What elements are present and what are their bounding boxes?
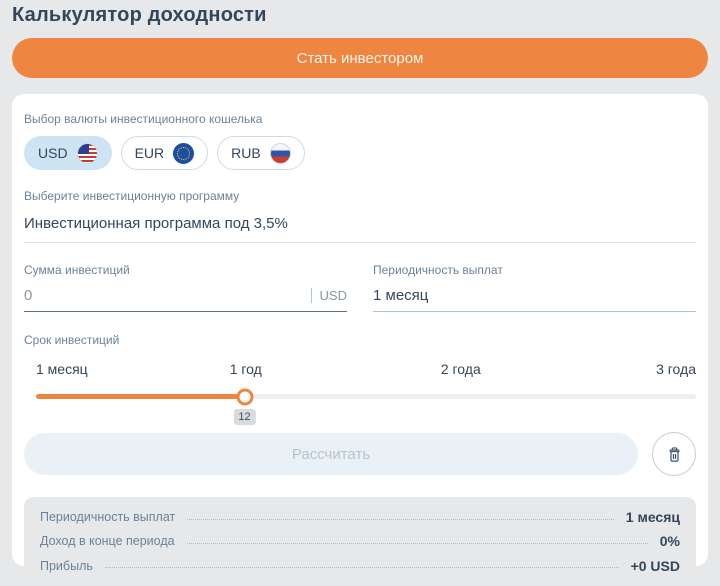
summary-row-value: 0% — [660, 533, 680, 549]
currency-pill-eur-label: EUR — [135, 145, 165, 161]
dotted-leader — [105, 567, 619, 568]
frequency-select[interactable]: 1 месяц — [373, 287, 696, 312]
reset-button[interactable] — [652, 432, 696, 476]
program-select[interactable]: Инвестиционная программа под 3,5% — [24, 215, 696, 243]
term-slider-fill — [36, 394, 245, 399]
currency-pill-usd-label: USD — [38, 145, 68, 161]
frequency-select-label: Периодичность выплат — [373, 263, 696, 277]
summary-row-value: +0 USD — [631, 558, 680, 574]
term-slider: 12 — [24, 388, 696, 432]
summary-row-label: Доход в конце периода — [40, 534, 175, 548]
summary-row-profit: Прибыль +0 USD — [40, 558, 680, 574]
term-tick-2-years: 2 года — [441, 361, 481, 377]
summary-row-label: Периодичность выплат — [40, 510, 175, 524]
program-select-label: Выберите инвестиционную программу — [24, 189, 696, 203]
dotted-leader — [187, 519, 614, 520]
amount-divider — [311, 288, 312, 303]
become-investor-label: Стать инвестором — [297, 50, 424, 67]
currency-pill-usd[interactable]: USD — [24, 136, 112, 170]
term-tick-3-years: 3 года — [656, 361, 696, 377]
term-slider-value-badge: 12 — [233, 409, 255, 425]
term-tick-1-year: 1 год — [230, 361, 262, 377]
currency-pills: USD EUR RUB — [24, 136, 696, 170]
currency-pill-eur[interactable]: EUR — [121, 136, 209, 170]
amount-field-block: Сумма инвестиций USD — [24, 263, 347, 312]
term-slider-ticks: 1 месяц 1 год 2 года 3 года — [24, 361, 696, 376]
summary-panel: Периодичность выплат 1 месяц Доход в кон… — [24, 497, 696, 586]
frequency-field-block: Периодичность выплат 1 месяц — [373, 263, 696, 312]
page-title: Калькулятор доходности — [12, 4, 267, 27]
currency-pill-rub-label: RUB — [231, 145, 261, 161]
currency-section-label: Выбор валюты инвестиционного кошелька — [24, 112, 696, 126]
term-tick-1-month: 1 месяц — [36, 361, 88, 377]
term-slider-thumb[interactable] — [236, 388, 253, 405]
summary-row-value: 1 месяц — [626, 509, 680, 525]
become-investor-button[interactable]: Стать инвестором — [12, 38, 708, 78]
amount-currency-label: USD — [320, 288, 347, 303]
summary-row-frequency: Периодичность выплат 1 месяц — [40, 509, 680, 525]
summary-row-income: Доход в конце периода 0% — [40, 533, 680, 549]
term-slider-label: Срок инвестиций — [24, 333, 696, 347]
currency-pill-rub[interactable]: RUB — [217, 136, 305, 170]
ru-flag-icon — [270, 143, 291, 164]
us-flag-icon — [77, 143, 98, 164]
calculator-card: Выбор валюты инвестиционного кошелька US… — [12, 94, 708, 566]
amount-input[interactable] — [24, 287, 311, 304]
eu-flag-icon — [173, 143, 194, 164]
dotted-leader — [187, 543, 648, 544]
trash-icon — [664, 444, 685, 465]
calculate-button[interactable]: Рассчитать — [24, 433, 638, 475]
term-slider-track[interactable]: 12 — [36, 394, 696, 399]
amount-field-label: Сумма инвестиций — [24, 263, 347, 277]
summary-row-label: Прибыль — [40, 559, 93, 573]
